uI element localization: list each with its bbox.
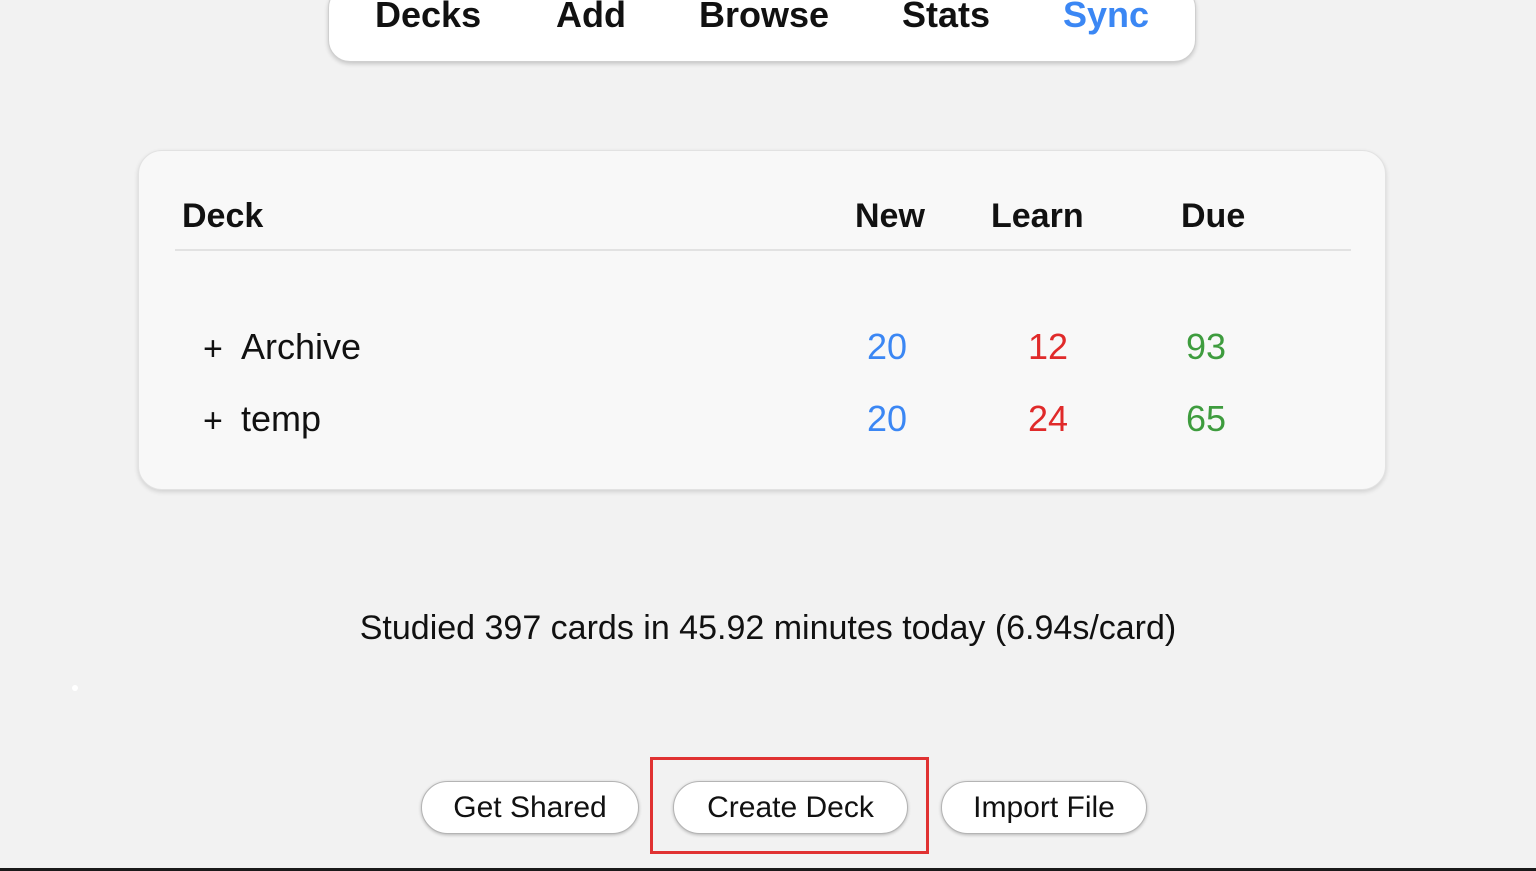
expand-deck-button[interactable]: + bbox=[203, 401, 223, 441]
toolbar-browse[interactable]: Browse bbox=[699, 0, 829, 35]
toolbar-sync[interactable]: Sync bbox=[1063, 0, 1149, 35]
header-divider bbox=[175, 249, 1351, 251]
top-toolbar: Decks Add Browse Stats Sync bbox=[328, 0, 1196, 62]
column-header-new: New bbox=[855, 197, 925, 235]
toolbar-decks[interactable]: Decks bbox=[375, 0, 481, 35]
import-file-button[interactable]: Import File bbox=[941, 781, 1147, 834]
column-header-due: Due bbox=[1181, 197, 1246, 235]
deck-row-archive: + Archive 20 12 93 bbox=[139, 325, 1385, 373]
due-count: 65 bbox=[1186, 398, 1227, 439]
study-summary: Studied 397 cards in 45.92 minutes today… bbox=[359, 609, 1177, 647]
learn-count: 24 bbox=[1028, 398, 1069, 439]
create-deck-button[interactable]: Create Deck bbox=[673, 781, 908, 834]
expand-deck-button[interactable]: + bbox=[203, 329, 223, 369]
new-count: 20 bbox=[867, 326, 908, 367]
column-header-deck: Deck bbox=[182, 197, 264, 235]
learn-count: 12 bbox=[1028, 326, 1069, 367]
deck-name-link[interactable]: temp bbox=[241, 399, 321, 439]
due-count: 93 bbox=[1186, 326, 1227, 367]
deck-name-link[interactable]: Archive bbox=[241, 327, 361, 367]
deck-list-card: Deck New Learn Due + Archive 20 12 93 + … bbox=[138, 150, 1386, 490]
toolbar-stats[interactable]: Stats bbox=[902, 0, 990, 35]
new-count: 20 bbox=[867, 398, 908, 439]
toolbar-add[interactable]: Add bbox=[556, 0, 626, 35]
stray-dot bbox=[72, 685, 78, 691]
column-header-learn: Learn bbox=[991, 197, 1084, 235]
deck-row-temp: + temp 20 24 65 bbox=[139, 397, 1385, 445]
get-shared-button[interactable]: Get Shared bbox=[421, 781, 639, 834]
